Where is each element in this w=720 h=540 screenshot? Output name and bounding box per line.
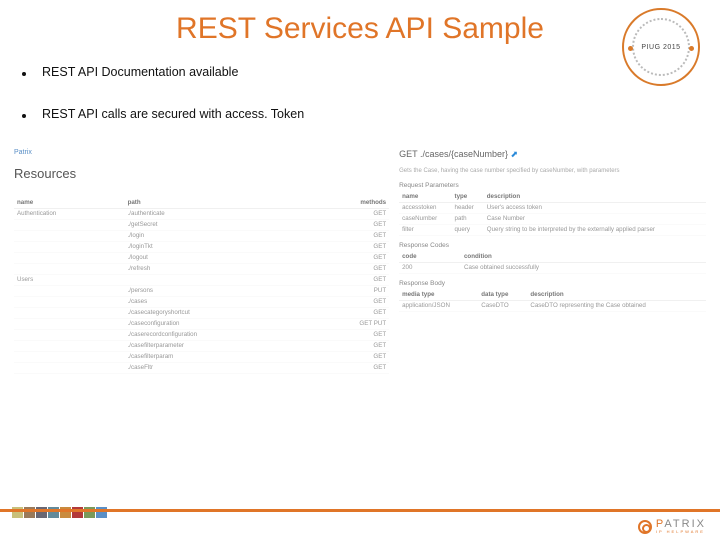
slide-title: REST Services API Sample [140,12,580,47]
bullet-text: REST API Documentation available [42,65,238,79]
table-row: ./loginGET [14,230,389,241]
response-codes-heading: Response Codes [399,242,706,249]
table-row: caseNumberpathCase Number [399,213,706,224]
breadcrumb: Patrix [14,149,389,156]
request-params-table: name type description accesstokenheaderU… [399,191,706,236]
col-methods: methods [309,197,389,209]
table-row: ./caserecordconfigurationGET [14,329,389,340]
resources-heading: Resources [14,166,389,181]
table-row: ./casefilterparamGET [14,351,389,362]
bullet-item: REST API Documentation available [16,65,708,79]
bullet-text: REST API calls are secured with access. … [42,107,304,121]
table-row: ./casecategoryshortcutGET [14,307,389,318]
table-row: ./loginTktGET [14,241,389,252]
col-path: path [125,197,310,209]
endpoint-desc: Gets the Case, having the case number sp… [399,168,706,174]
table-row: accesstokenheaderUser's access token [399,202,706,213]
table-row: ./getSecretGET [14,219,389,230]
external-link-icon: ⬈ [511,149,519,159]
table-row: filterqueryQuery string to be interprete… [399,224,706,235]
table-row: ./caseFltrGET [14,362,389,373]
table-row: 200Case obtained successfully [399,262,706,273]
response-body-heading: Response Body [399,280,706,287]
col-name: name [14,197,125,209]
response-codes-table: code condition 200Case obtained successf… [399,251,706,274]
response-body-table: media type data type description applica… [399,289,706,312]
table-row: ./caseconfigurationGET PUT [14,318,389,329]
table-row: ./personsPUT [14,285,389,296]
table-row: ./casefilterparameterGET [14,340,389,351]
logo-subtext: IP HELPWARE [656,530,706,534]
bullet-item: REST API calls are secured with access. … [16,107,708,121]
footer-divider [0,509,720,512]
logo-mark-icon [638,520,652,534]
brand-logo: PATRIX IP HELPWARE [638,519,706,534]
resources-table: name path methods Authentication./authen… [14,197,389,374]
table-row: ./refreshGET [14,263,389,274]
table-row: application/JSONCaseDTOCaseDTO represent… [399,300,706,311]
resources-panel: Patrix Resources name path methods Authe… [14,149,389,374]
table-row: Authentication./authenticateGET [14,208,389,219]
bullet-dot-icon [22,72,26,76]
event-badge: PIUG 2015 [622,8,700,86]
bullet-dot-icon [22,114,26,118]
table-row: UsersGET [14,274,389,285]
documentation-preview: Patrix Resources name path methods Authe… [12,149,708,374]
endpoint-panel: GET ./cases/{caseNumber} ⬈ Gets the Case… [399,149,706,374]
badge-label: PIUG 2015 [641,44,680,51]
table-row: ./casesGET [14,296,389,307]
table-row: ./logoutGET [14,252,389,263]
request-params-heading: Request Parameters [399,182,706,189]
endpoint-title: GET ./cases/{caseNumber} ⬈ [399,149,706,160]
